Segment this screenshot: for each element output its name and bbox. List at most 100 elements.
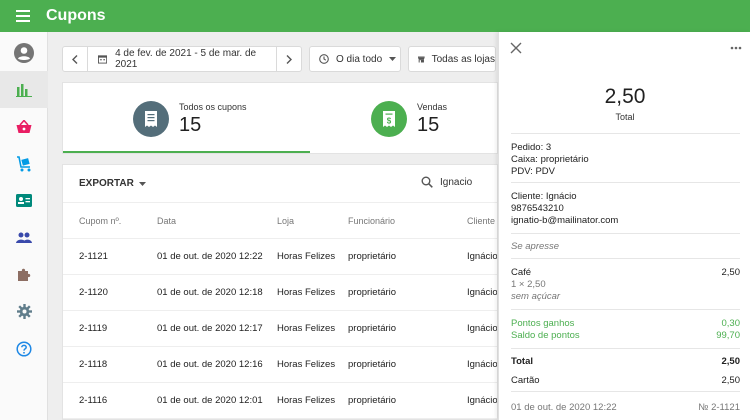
caret-down-icon <box>138 181 146 186</box>
table-row[interactable]: 2-1120 01 de out. de 2020 12:18 Horas Fe… <box>63 275 497 311</box>
next-period-button[interactable] <box>277 47 301 71</box>
calendar-icon <box>98 55 108 64</box>
help-icon <box>16 340 32 357</box>
sidebar-item-customers[interactable] <box>0 182 48 219</box>
total-value: 2,50 <box>721 356 741 367</box>
coupon-customer: Ignácio <box>467 395 498 406</box>
sidebar-item-account[interactable] <box>0 34 48 71</box>
coupon-customer: Ignácio <box>467 323 498 334</box>
id-card-icon <box>16 194 32 207</box>
customer-email: ignatio-b@mailinator.com <box>511 215 619 226</box>
points-earned-label: Pontos ganhos <box>511 318 575 329</box>
column-header[interactable]: Cliente <box>467 203 495 239</box>
store-filter-label: Todas as lojas <box>431 53 495 65</box>
order-number: Pedido: 3 <box>511 142 552 153</box>
coupon-store: Horas Felizes <box>277 287 336 298</box>
search-input[interactable]: Ignacio <box>440 177 472 188</box>
time-filter-label: O dia todo <box>336 53 383 65</box>
table-row[interactable]: 2-1121 01 de out. de 2020 12:22 Horas Fe… <box>63 239 497 275</box>
payment-amount: 2,50 <box>721 375 741 386</box>
divider <box>511 133 740 134</box>
divider <box>511 309 740 310</box>
sidebar-item-employees[interactable] <box>0 219 48 256</box>
top-app-bar: Cupons <box>0 0 750 32</box>
item-price: 2,50 <box>721 267 741 278</box>
receipt-note: Se apresse <box>511 241 560 252</box>
menu-icon[interactable] <box>0 0 46 32</box>
chevron-left-icon <box>72 54 78 64</box>
puzzle-icon <box>17 268 30 281</box>
table-row[interactable]: 2-1116 01 de out. de 2020 12:01 Horas Fe… <box>63 383 497 419</box>
coupon-number: 2-1116 <box>79 395 108 406</box>
export-button[interactable]: EXPORTAR <box>79 178 146 189</box>
receipt-date: 01 de out. de 2020 12:22 <box>511 402 617 413</box>
pos-name: PDV: PDV <box>511 166 555 177</box>
divider <box>511 391 740 392</box>
account-circle-icon <box>14 42 34 63</box>
coupon-number: 2-1120 <box>79 287 108 298</box>
coupons-table-card: EXPORTAR Ignacio Cupom nº. Data Loja Fun… <box>62 164 498 420</box>
sidebar-item-help[interactable] <box>0 330 48 367</box>
column-header[interactable]: Loja <box>277 203 294 239</box>
coupon-store: Horas Felizes <box>277 323 336 334</box>
people-icon <box>16 232 32 243</box>
filter-bar: 4 de fev. de 2021 - 5 de mar. de 2021 O … <box>62 46 496 72</box>
summary-card: Todos os cupons 15 $ Vendas 15 <box>62 82 498 154</box>
coupon-store: Horas Felizes <box>277 359 336 370</box>
sidebar-item-settings[interactable] <box>0 293 48 330</box>
total-label: Total <box>511 356 533 367</box>
more-options-button[interactable] <box>730 41 742 55</box>
basket-icon <box>16 119 32 133</box>
table-row[interactable]: 2-1119 01 de out. de 2020 12:17 Horas Fe… <box>63 311 497 347</box>
item-quantity: 1 × 2,50 <box>511 279 546 290</box>
date-range-picker[interactable]: 4 de fev. de 2021 - 5 de mar. de 2021 <box>87 47 277 71</box>
page-title: Cupons <box>46 7 106 24</box>
coupon-date: 01 de out. de 2020 12:01 <box>157 395 263 406</box>
more-horizontal-icon <box>730 46 742 50</box>
time-filter-dropdown[interactable]: O dia todo <box>309 46 401 72</box>
cart-icon <box>17 155 31 171</box>
column-header[interactable]: Cupom nº. <box>79 203 121 239</box>
coupons-count: 15 <box>179 113 202 136</box>
item-modifier: sem açúcar <box>511 291 561 302</box>
previous-period-button[interactable] <box>63 47 87 71</box>
sidebar-item-inventory[interactable] <box>0 145 48 182</box>
points-balance-value: 99,70 <box>716 330 740 341</box>
coupon-number: 2-1118 <box>79 359 108 370</box>
summary-sales[interactable]: $ Vendas 15 <box>371 83 447 155</box>
caret-down-icon <box>389 57 397 61</box>
coupon-number: 2-1119 <box>79 323 108 334</box>
coupon-date: 01 de out. de 2020 12:16 <box>157 359 263 370</box>
divider <box>511 233 740 234</box>
sales-receipt-icon: $ <box>371 101 407 137</box>
column-header[interactable]: Data <box>157 203 176 239</box>
coupon-store: Horas Felizes <box>277 251 336 262</box>
sidebar-item-integrations[interactable] <box>0 256 48 293</box>
table-header: Cupom nº. Data Loja Funcionário Cliente <box>63 203 497 239</box>
column-header[interactable]: Funcionário <box>348 203 395 239</box>
close-icon <box>510 42 522 54</box>
sidebar-nav <box>0 32 48 420</box>
payment-type: Cartão <box>511 375 540 386</box>
sidebar-item-items[interactable] <box>0 108 48 145</box>
summary-coupons[interactable]: Todos os cupons 15 <box>133 83 247 155</box>
date-range-group: 4 de fev. de 2021 - 5 de mar. de 2021 <box>62 46 302 72</box>
receipt-detail-panel: 2,50 Total Pedido: 3 Caixa: proprietário… <box>498 32 750 420</box>
coupon-employee: proprietário <box>348 359 397 370</box>
store-icon <box>418 56 425 62</box>
receipt-total-label: Total <box>615 112 635 122</box>
table-row[interactable]: 2-1118 01 de out. de 2020 12:16 Horas Fe… <box>63 347 497 383</box>
search-icon <box>421 176 433 188</box>
sidebar-item-reports[interactable] <box>0 71 48 108</box>
coupon-employee: proprietário <box>348 251 397 262</box>
points-balance-label: Saldo de pontos <box>511 330 580 341</box>
coupon-date: 01 de out. de 2020 12:18 <box>157 287 263 298</box>
coupon-date: 01 de out. de 2020 12:17 <box>157 323 263 334</box>
coupon-employee: proprietário <box>348 323 397 334</box>
close-button[interactable] <box>509 41 523 55</box>
store-filter-dropdown[interactable]: Todas as lojas <box>408 46 496 72</box>
search-field[interactable]: Ignacio <box>421 176 472 188</box>
coupon-customer: Ignácio <box>467 359 498 370</box>
customer-phone: 9876543210 <box>511 203 564 214</box>
export-label: EXPORTAR <box>79 178 134 189</box>
